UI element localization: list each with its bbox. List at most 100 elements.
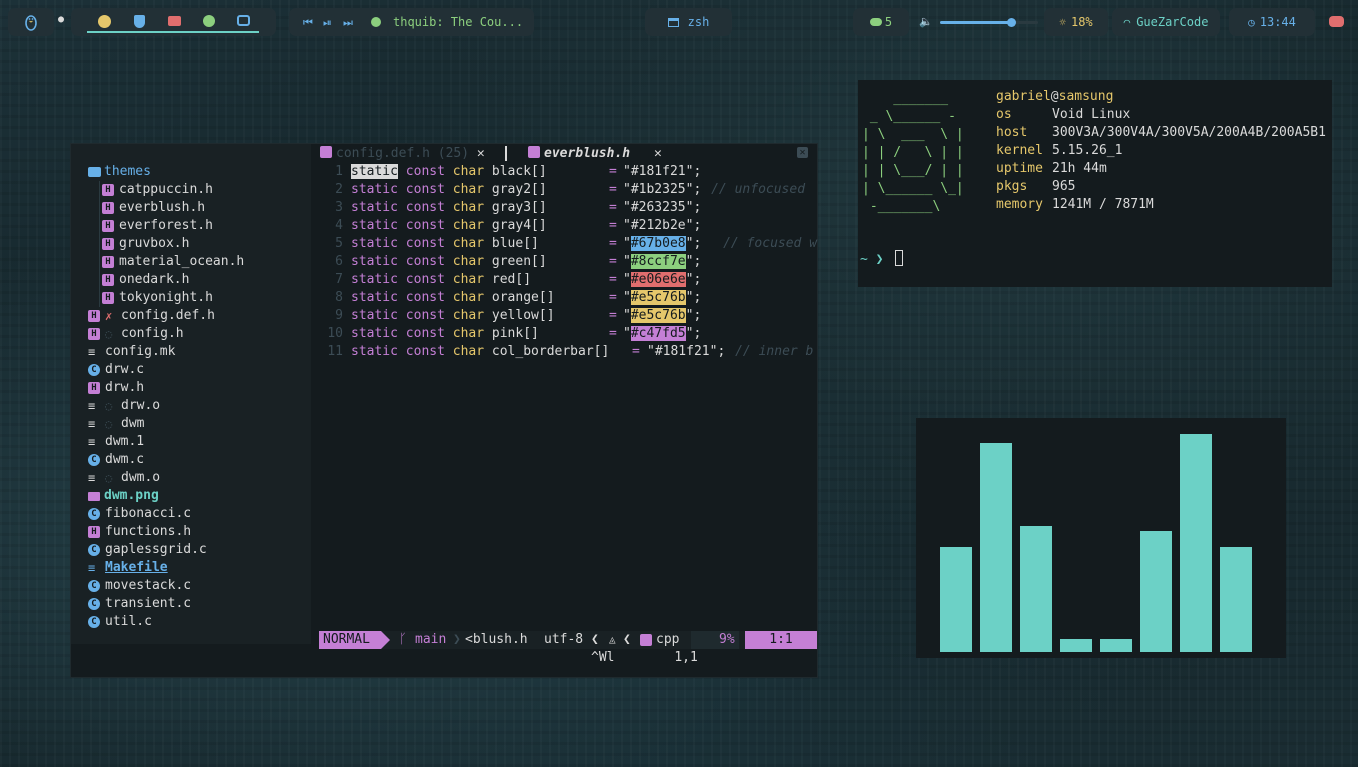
folder-label: themes [104,164,151,179]
tree-item[interactable]: Hfunctions.h [88,523,191,541]
tree-item[interactable]: Heverforest.h [99,217,213,235]
keyword-const: const [405,344,445,359]
file-label: functions.h [105,524,192,539]
tree-item[interactable]: Cdrw.c [88,361,144,379]
code-line[interactable]: static const char gray3[] = "#263235"; [351,199,701,217]
volume-knob[interactable] [1006,18,1016,27]
code-line[interactable]: static const char pink[] = "#c47fd5"; [351,325,701,343]
discord-tray-icon[interactable] [1329,16,1344,27]
updates-widget[interactable]: 5 [853,8,909,36]
type-char: char [452,164,485,179]
discord-icon[interactable] [237,15,250,26]
window-title: zsh [645,8,732,36]
sun-icon: ☼ [1059,15,1066,29]
fetch-row-pkgs: pkgs 965 [996,178,1075,196]
tree-item[interactable]: dwm.png [88,487,159,505]
fetch-value: 300V3A/300V4A/300V5A/200A4B/200A5B1 [1052,125,1326,140]
c-file-icon: C [88,580,100,592]
tree-item[interactable]: ≡ ◌ dwm.o [88,469,160,487]
tree-item[interactable]: Cfibonacci.c [88,505,191,523]
tree-item[interactable]: Cmovestack.c [88,577,191,595]
assign-op: = [609,164,617,179]
tab-close-icon[interactable]: ✕ [477,146,485,161]
volume-slider[interactable] [940,18,1038,27]
cmdline-pos: 1,1 [674,650,698,665]
tree-item[interactable]: Hdrw.h [88,379,144,397]
tree-item[interactable]: H ◌ config.h [88,325,184,343]
tree-item[interactable]: Hgruvbox.h [99,235,189,253]
brightness-widget[interactable]: ☼ 18% [1044,8,1108,36]
spotify-icon[interactable] [203,15,215,27]
tab-config-def[interactable]: config.def.h (25) ✕ [317,144,497,163]
play-pause-icon[interactable]: ⏯ [323,16,332,30]
visualizer-bar [940,547,972,652]
tree-item[interactable]: Ctransient.c [88,595,191,613]
clock-widget[interactable]: ◷ 13:44 [1229,8,1315,36]
tree-item[interactable]: ≡ ◌ dwm [88,415,144,433]
audio-visualizer [916,418,1286,658]
assign-op: = [609,290,617,305]
file-label: everforest.h [119,218,213,233]
visualizer-bar [980,443,1012,652]
next-track-icon[interactable]: ⏭ [343,16,353,30]
color-value: #181f21 [630,164,686,179]
workspace-dot[interactable]: ● [58,14,64,25]
tree-item[interactable]: Cutil.c [88,613,152,631]
linux-os-icon: ◬ [609,633,616,646]
tab-everblush[interactable]: everblush.h ✕ [525,144,725,163]
line-number: 4 [335,218,343,233]
tree-item[interactable]: Cgaplessgrid.c [88,541,207,559]
keyword-static: static [351,254,398,269]
launcher-button[interactable] [8,8,54,36]
tree-item[interactable]: H ✗ config.def.h [88,307,215,325]
tree-item[interactable]: Cdwm.c [88,451,144,469]
fetch-key: uptime [996,161,1043,176]
folder-icon [88,167,101,177]
tree-item[interactable]: ≡ Makefile [88,559,168,577]
previous-track-icon[interactable]: ⏮ [303,16,313,30]
indent-guide [99,199,100,217]
cmdline[interactable]: ^Wl 1,1 [591,649,698,667]
type-char: char [452,254,485,269]
tree-folder-themes[interactable]: themes [88,163,151,181]
code-line[interactable]: static const char black[] = "#181f21"; [351,163,701,181]
identifier: gray2[] [491,182,547,197]
shell-prompt[interactable]: ~ ❯ [860,250,904,269]
code-line[interactable]: static const char red[] = "#e06e6e"; [351,271,701,289]
code-line[interactable]: static const char blue[] = "#67b0e8"; // f… [351,235,817,253]
status-encoding: utf-8 [544,632,584,647]
keyword-static: static [351,200,398,215]
youtube-icon[interactable] [168,16,181,26]
file-label: fibonacci.c [105,506,192,521]
code-line[interactable]: static const char gray2[] = "#1b2325"; // … [351,181,805,199]
fetch-value: Void Linux [1052,107,1131,122]
git-status-mark: ✗ [105,309,113,323]
tree-item[interactable]: ≡ ◌ drw.o [88,397,160,415]
tree-item[interactable]: Hmaterial_ocean.h [99,253,244,271]
fetch-terminal[interactable]: _______ _ \______ - | \ ___ \ | | | / \ … [858,80,1332,287]
tab-close-icon[interactable]: ✕ [654,144,662,163]
tree-item[interactable]: Htokyonight.h [99,289,213,307]
code-line[interactable]: static const char yellow[] = "#e5c76b"; [351,307,701,325]
file-label: dwm.png [104,488,159,503]
wifi-widget[interactable]: ◠ GuеZarCode [1112,8,1220,36]
code-line[interactable]: static const char green[] = "#8ccf7e"; [351,253,701,271]
code-line[interactable]: static const char orange[] = "#e5c76b"; [351,289,701,307]
tree-item[interactable]: Hcatppuccin.h [99,181,213,199]
code-line[interactable]: static const char col_borderbar[] = "#181f… [351,343,813,361]
assign-op: = [609,182,617,197]
text-file-icon: ≡ [88,435,96,449]
firefox-icon[interactable] [98,15,111,28]
header-file-icon: H [102,274,114,286]
string-literal: "#e5c76b"; [623,308,702,323]
header-file-icon [528,146,540,158]
code-line[interactable]: static const char gray4[] = "#212b2e"; [351,217,701,235]
tree-item[interactable]: Honedark.h [99,271,189,289]
tree-item[interactable]: ≡ dwm.1 [88,433,144,451]
tabline-close-icon[interactable]: ✕ [797,147,808,158]
tab-label: everblush.h [544,146,631,161]
track-title[interactable]: thquib: The Cou... [393,15,523,29]
tree-item[interactable]: ≡ config.mk [88,343,175,361]
tree-item[interactable]: Heverblush.h [99,199,205,217]
bitwarden-icon[interactable] [134,15,145,28]
